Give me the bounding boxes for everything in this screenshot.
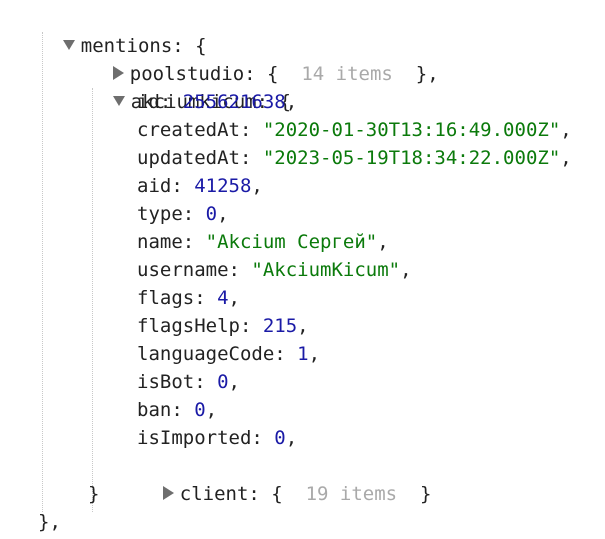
field-value: 1: [297, 343, 309, 365]
closing-brace: }: [88, 483, 100, 505]
punctuation: ,: [285, 427, 298, 449]
field-row: ban: 0,: [137, 396, 217, 424]
field-value: 215: [262, 315, 298, 337]
tree-node-mentions[interactable]: mentions: {: [17, 4, 207, 57]
field-key: aid: [137, 175, 172, 197]
field-row: aid: 41258,: [137, 172, 263, 200]
punctuation: :: [239, 315, 263, 337]
punctuation: ,: [400, 259, 412, 281]
field-key: flags: [137, 287, 195, 309]
field-value: 41258: [194, 175, 252, 197]
field-value: 4: [217, 287, 229, 309]
field-row: languageCode: 1,: [137, 340, 320, 368]
punctuation: :: [171, 399, 195, 421]
punctuation: ,: [205, 399, 218, 421]
punctuation: ,: [228, 371, 240, 393]
punctuation: ,: [251, 175, 263, 197]
field-value: "Akcium Сергей": [205, 231, 378, 253]
node-key: client: [179, 483, 249, 505]
punctuation: :: [194, 287, 218, 309]
field-key: id: [137, 91, 160, 113]
field-key: flagsHelp: [137, 315, 240, 337]
field-value: 0: [217, 371, 229, 393]
field-key: isImported: [137, 427, 252, 449]
field-key: isBot: [137, 371, 195, 393]
punctuation: :: [274, 343, 298, 365]
collapse-arrow-icon[interactable]: [112, 95, 125, 106]
punctuation: :: [182, 231, 206, 253]
punctuation: :: [228, 259, 252, 281]
field-key: username: [137, 259, 229, 281]
field-row: id: 255621638,: [137, 88, 297, 116]
field-key: updatedAt: [137, 147, 240, 169]
field-row: updatedAt: "2023-05-19T18:34:22.000Z",: [137, 144, 572, 172]
field-key: languageCode: [137, 343, 275, 365]
json-tree-viewer: mentions: { poolstudio: { 14 items }, ak…: [0, 0, 605, 539]
collapsed-summary: 19 items: [305, 483, 398, 505]
field-value: "2023-05-19T18:34:22.000Z": [262, 147, 561, 169]
punctuation: ,: [560, 147, 572, 169]
punctuation: ,: [297, 315, 309, 337]
tree-node-client[interactable]: client: { 19 items }: [117, 452, 431, 505]
field-key: createdAt: [137, 119, 240, 141]
punctuation: :: [239, 147, 263, 169]
punctuation: ,: [308, 343, 321, 365]
punctuation: ,: [228, 287, 240, 309]
field-row: type: 0,: [137, 200, 229, 228]
punctuation: }: [397, 483, 432, 505]
indent-guide: [92, 88, 94, 512]
field-row: username: "AkciumKicum",: [137, 256, 412, 284]
field-value: 0: [194, 399, 206, 421]
closing-brace: },: [38, 511, 61, 533]
field-value: 255621638: [182, 91, 286, 113]
tree-node-poolstudio[interactable]: poolstudio: { 14 items },: [67, 32, 439, 85]
field-key: name: [137, 231, 183, 253]
punctuation: :: [194, 371, 218, 393]
field-value: 0: [205, 203, 218, 225]
field-row: flagsHelp: 215,: [137, 312, 309, 340]
punctuation: :: [182, 203, 206, 225]
punctuation: ,: [217, 203, 229, 225]
punctuation: ,: [560, 119, 572, 141]
tree-node-akciumkicum[interactable]: akciumkicum: {: [67, 60, 291, 113]
punctuation: },: [392, 63, 439, 85]
punctuation: :: [239, 119, 263, 141]
field-key: ban: [137, 399, 172, 421]
field-row: isImported: 0,: [137, 424, 297, 452]
expand-arrow-icon[interactable]: [162, 485, 174, 500]
punctuation: :: [171, 175, 195, 197]
field-value: "AkciumKicum": [251, 259, 401, 281]
punctuation: :: [251, 427, 275, 449]
field-row: isBot: 0,: [137, 368, 240, 396]
field-row: flags: 4,: [137, 284, 240, 312]
field-value: "2020-01-30T13:16:49.000Z": [262, 119, 561, 141]
punctuation: ,: [377, 231, 389, 253]
punctuation: ,: [285, 91, 298, 113]
field-row: createdAt: "2020-01-30T13:16:49.000Z",: [137, 116, 572, 144]
punctuation: : {: [248, 483, 306, 505]
indent-guide: [42, 32, 44, 512]
collapsed-summary: 14 items: [301, 63, 393, 85]
field-row: name: "Akcium Сергей",: [137, 228, 389, 256]
field-value: 0: [274, 427, 286, 449]
field-key: type: [137, 203, 183, 225]
punctuation: :: [159, 91, 183, 113]
